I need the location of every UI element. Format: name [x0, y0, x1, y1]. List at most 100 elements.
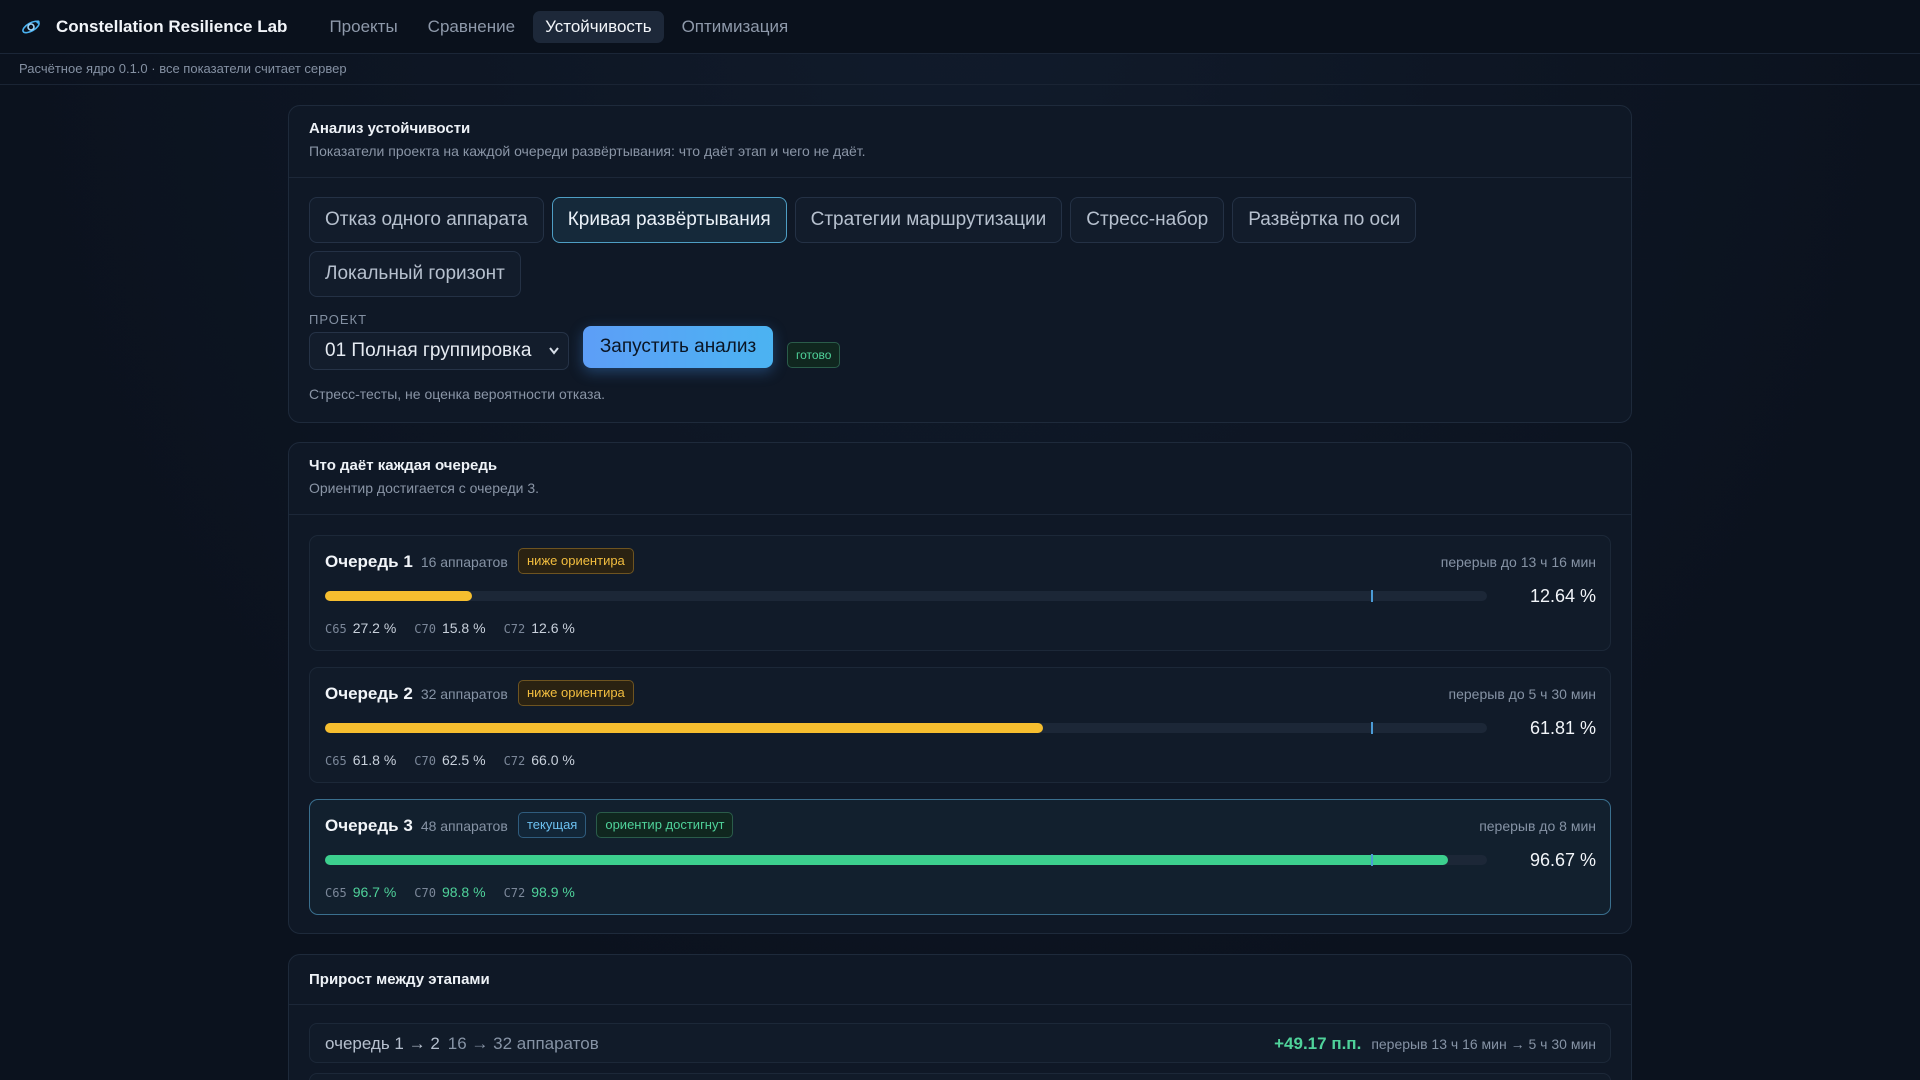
coverage-bar-fill [325, 723, 1044, 733]
tab-single-failure[interactable]: Отказ одного аппарата [309, 197, 544, 243]
status-badge: готово [787, 342, 841, 368]
queue-stats: C65 27.2 % C70 15.8 % C72 12.6 % [325, 620, 575, 636]
main-nav: Проекты Сравнение Устойчивость Оптимизац… [317, 10, 801, 43]
queue-badge-warn: ниже ориентира [518, 680, 634, 706]
top-bar: Constellation Resilience Lab Проекты Сра… [0, 0, 1920, 54]
queue-stats: C65 61.8 % C70 62.5 % C72 66.0 % [325, 752, 575, 768]
engine-version-note: Расчётное ядро 0.1.0 · все показатели сч… [0, 55, 1920, 85]
project-label: ПРОЕКТ [309, 312, 368, 327]
queues-title: Что даёт каждая очередь [309, 457, 498, 474]
tab-axis-sweep[interactable]: Развёртка по оси [1232, 197, 1417, 243]
analysis-tabs: Отказ одного аппарата Кривая развёртыван… [309, 197, 1609, 297]
stat-value: 98.9 % [531, 884, 575, 900]
nav-compare[interactable]: Сравнение [416, 11, 527, 43]
stat-key: C65 [325, 622, 347, 636]
brand[interactable]: Constellation Resilience Lab [20, 16, 287, 38]
coverage-bar-track [325, 590, 1487, 602]
project-select[interactable]: 01 Полная группировка [309, 332, 569, 370]
project-select-value: 01 Полная группировка [325, 340, 532, 361]
queue-title: Очередь 2 32 аппаратов [325, 684, 508, 704]
stat-key: C72 [503, 622, 526, 636]
nav-optimization[interactable]: Оптимизация [670, 11, 801, 43]
satellite-orbit-icon [22, 19, 40, 33]
coverage-bar-fill [325, 855, 1449, 865]
stat-item: C72 12.6 % [504, 620, 575, 636]
stat-value: 98.8 % [441, 884, 486, 900]
queue-gap: перерыв до 13 ч 16 мин [1440, 554, 1596, 570]
queue-badge-ok: ориентир достигнут [596, 812, 734, 838]
nav-projects[interactable]: Проекты [317, 11, 409, 43]
queue-title: Очередь 3 48 аппаратов [325, 816, 508, 836]
analysis-title: Анализ устойчивости [309, 120, 471, 137]
queue-gap: перерыв до 5 ч 30 мин [1448, 686, 1596, 702]
queue-satellite-count: 16 аппаратов [420, 554, 508, 570]
queue-title: Очередь 1 16 аппаратов [325, 552, 508, 572]
queue-card: Очередь 2 32 аппаратов ниже ориентира перер… [309, 667, 1611, 783]
tab-stress-set[interactable]: Стресс-набор [1070, 197, 1225, 243]
stat-key: C65 [325, 886, 347, 900]
stress-disclaimer: Стресс-тесты, не оценка вероятности отка… [309, 386, 606, 402]
queue-badges: текущая ориентир достигнут [518, 812, 734, 838]
run-analysis-button[interactable]: Запустить анализ [583, 326, 773, 368]
target-marker [1370, 854, 1373, 866]
queues-subtitle: Ориентир достигается с очереди 3. [309, 480, 540, 496]
tab-deployment-curve[interactable]: Кривая развёртывания [551, 197, 787, 243]
queue-badges: ниже ориентира [518, 548, 634, 574]
stat-value: 12.6 % [531, 620, 575, 636]
queue-badge-cur: текущая [518, 812, 587, 838]
growth-stage: очередь 1 → 2 [325, 1034, 440, 1053]
queue-stats: C65 96.7 % C70 98.8 % C72 98.9 % [325, 884, 575, 900]
queue-gap: перерыв до 8 мин [1479, 818, 1596, 834]
target-marker [1370, 722, 1373, 734]
tab-local-horizon[interactable]: Локальный горизонт [309, 251, 521, 297]
growth-panel: Прирост между этапами очередь 1 → 2 16 → … [288, 954, 1632, 1080]
app-title: Constellation Resilience Lab [56, 16, 288, 36]
analysis-header: Анализ устойчивости Показатели проекта н… [289, 106, 1631, 178]
stat-item: C65 27.2 % [325, 620, 396, 636]
stat-item: C72 66.0 % [504, 752, 575, 768]
chevron-down-icon [548, 333, 560, 382]
nav-resilience[interactable]: Устойчивость [533, 10, 664, 43]
stat-item: C70 15.8 % [414, 620, 485, 636]
stat-key: C72 [503, 754, 526, 768]
stat-key: C72 [503, 886, 526, 900]
coverage-bar-track [325, 854, 1487, 866]
growth-row: очередь 1 → 2 16 → 32 аппаратов +49.17 п.… [309, 1023, 1611, 1063]
coverage-value: 12.64 % [1529, 586, 1596, 606]
stat-value: 61.8 % [352, 752, 397, 768]
queue-name: Очередь 2 [325, 684, 413, 703]
stat-value: 96.7 % [352, 884, 397, 900]
stat-item: C72 98.9 % [504, 884, 575, 900]
growth-row-right: +49.17 п.п. перерыв 13 ч 16 мин → 5 ч 30… [1274, 1034, 1596, 1054]
stat-item: C70 62.5 % [414, 752, 485, 768]
tab-routing-strategies[interactable]: Стратегии маршрутизации [794, 197, 1063, 243]
queue-name: Очередь 1 [325, 552, 413, 571]
stat-value: 15.8 % [441, 620, 486, 636]
stat-key: C70 [414, 622, 436, 636]
stat-item: C65 61.8 % [325, 752, 396, 768]
coverage-bar-track [325, 722, 1487, 734]
stat-item: C70 98.8 % [414, 884, 485, 900]
stat-key: C70 [414, 754, 436, 768]
queue-badge-warn: ниже ориентира [518, 548, 634, 574]
growth-header: Прирост между этапами [289, 955, 1631, 1005]
coverage-value: 96.67 % [1529, 850, 1596, 870]
stat-value: 27.2 % [352, 620, 397, 636]
queue-card: Очередь 1 16 аппаратов ниже ориентира перер… [309, 535, 1611, 651]
queues-header: Что даёт каждая очередь Ориентир достига… [289, 443, 1631, 515]
queue-name: Очередь 3 [325, 816, 413, 835]
queues-panel: Что даёт каждая очередь Ориентир достига… [288, 442, 1632, 934]
growth-title: Прирост между этапами [309, 971, 490, 988]
stat-key: C65 [325, 754, 347, 768]
analysis-subtitle: Показатели проекта на каждой очереди раз… [309, 143, 866, 159]
growth-row-next [309, 1073, 1611, 1080]
stat-value: 66.0 % [531, 752, 575, 768]
queue-card: Очередь 3 48 аппаратов текущая ориентир дос… [309, 799, 1611, 915]
growth-gap-note: перерыв 13 ч 16 мин → 5 ч 30 мин [1371, 1036, 1596, 1052]
stat-value: 62.5 % [441, 752, 486, 768]
coverage-bar-fill [325, 591, 472, 601]
stat-item: C65 96.7 % [325, 884, 396, 900]
growth-row-label: очередь 1 → 2 16 → 32 аппаратов [325, 1034, 599, 1054]
analysis-panel: Анализ устойчивости Показатели проекта н… [288, 105, 1632, 423]
queue-satellite-count: 48 аппаратов [420, 818, 508, 834]
